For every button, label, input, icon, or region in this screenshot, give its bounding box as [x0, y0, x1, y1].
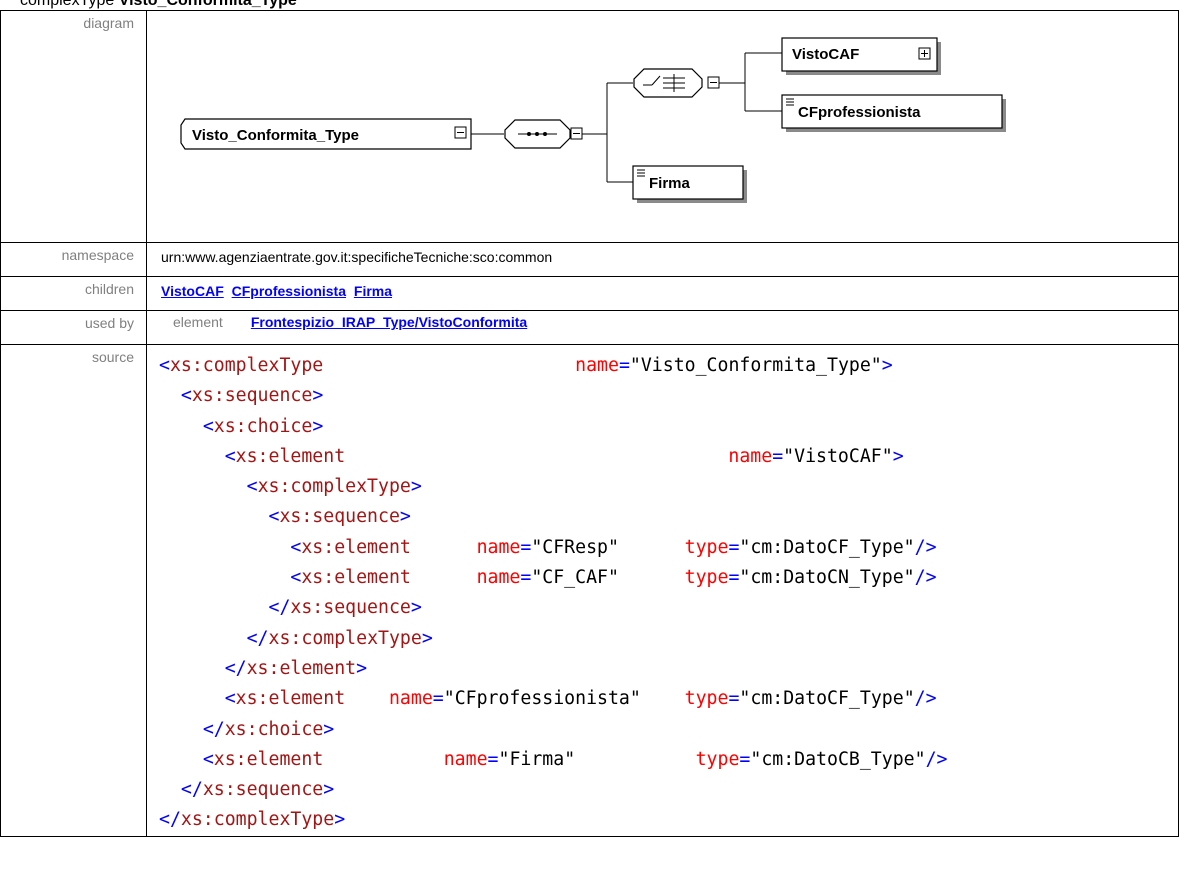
node-vistocaf[interactable]: VistoCAF — [781, 37, 941, 75]
source-cell: <xs:complexType name="Visto_Conformita_T… — [146, 344, 1179, 837]
source-line: <xs:choice> — [202, 415, 324, 437]
choice-compositor — [633, 68, 720, 98]
source-line: <xs:element name="Firma" type="cm:DatoCB… — [202, 748, 948, 770]
children-row: children VistoCAF CFprofessionista Firma — [0, 276, 1179, 311]
heading-name: Visto_Conformita_Type — [118, 0, 297, 9]
node-cfprofessionista[interactable]: CFprofessionista — [781, 94, 1006, 132]
source-code: <xs:complexType name="Visto_Conformita_T… — [147, 345, 1178, 836]
source-line: </xs:choice> — [202, 718, 335, 740]
source-line: <xs:element name="CF_CAF" type="cm:DatoC… — [290, 567, 937, 589]
diagram-label: diagram — [0, 10, 147, 243]
used-by-link[interactable]: Frontespizio_IRAP_Type/VistoConformita — [251, 314, 527, 330]
node-firma[interactable]: Firma — [632, 165, 747, 203]
source-line: </xs:element> — [224, 657, 368, 679]
source-line: </xs:complexType> — [159, 809, 346, 831]
used-by-kind: element — [173, 314, 223, 330]
source-line: </xs:sequence> — [180, 779, 335, 801]
used-by-label: used by — [0, 310, 147, 345]
children-list: VistoCAF CFprofessionista Firma — [146, 276, 1179, 311]
used-by-cell: element Frontespizio_IRAP_Type/VistoConfo… — [146, 310, 1179, 345]
source-line: <xs:element name="VistoCAF"> — [224, 445, 904, 467]
namespace-row: namespace urn:www.agenziaentrate.gov.it:… — [0, 242, 1179, 277]
source-line: <xs:element name="CFResp" type="cm:DatoC… — [290, 536, 937, 558]
page-heading: complexType Visto_Conformita_Type — [20, 0, 297, 10]
source-label: source — [0, 344, 147, 837]
namespace-value: urn:www.agenziaentrate.gov.it:specifiche… — [146, 242, 1179, 277]
source-line: <xs:complexType name="Visto_Conformita_T… — [159, 355, 893, 376]
schema-diagram: Visto_Conformita_Type VistoCAF CFprofess… — [180, 37, 1006, 203]
used-by-row: used by element Frontespizio_IRAP_Type/Vi… — [0, 310, 1179, 345]
children-label: children — [0, 276, 147, 311]
source-line: </xs:complexType> — [246, 627, 433, 649]
source-row: source <xs:complexType name="Visto_Confo… — [0, 344, 1179, 837]
heading-prefix: complexType — [20, 0, 119, 9]
source-line: <xs:sequence> — [268, 506, 411, 528]
sequence-compositor — [504, 119, 583, 149]
root-type-label: Visto_Conformita_Type — [192, 127, 359, 144]
child-link-vistocaf[interactable]: VistoCAF — [161, 283, 224, 299]
diagram-row: diagram Visto_Conformita_Type VistoCAF C… — [0, 10, 1179, 243]
diagram-cell: Visto_Conformita_Type VistoCAF CFprofess… — [146, 10, 1179, 243]
child-link-firma[interactable]: Firma — [354, 283, 392, 299]
root-type-box: Visto_Conformita_Type — [180, 118, 472, 150]
node-firma-label: Firma — [649, 175, 691, 192]
source-line: </xs:sequence> — [268, 597, 422, 619]
namespace-label: namespace — [0, 242, 147, 277]
child-link-cfprofessionista[interactable]: CFprofessionista — [232, 283, 346, 299]
source-line: <xs:complexType> — [246, 476, 422, 498]
source-line: <xs:sequence> — [180, 385, 324, 407]
source-line: <xs:element name="CFprofessionista" type… — [224, 688, 937, 710]
schema-table: diagram Visto_Conformita_Type VistoCAF C… — [0, 10, 1179, 837]
node-cfprofessionista-label: CFprofessionista — [798, 104, 921, 121]
node-vistocaf-label: VistoCAF — [792, 46, 859, 63]
